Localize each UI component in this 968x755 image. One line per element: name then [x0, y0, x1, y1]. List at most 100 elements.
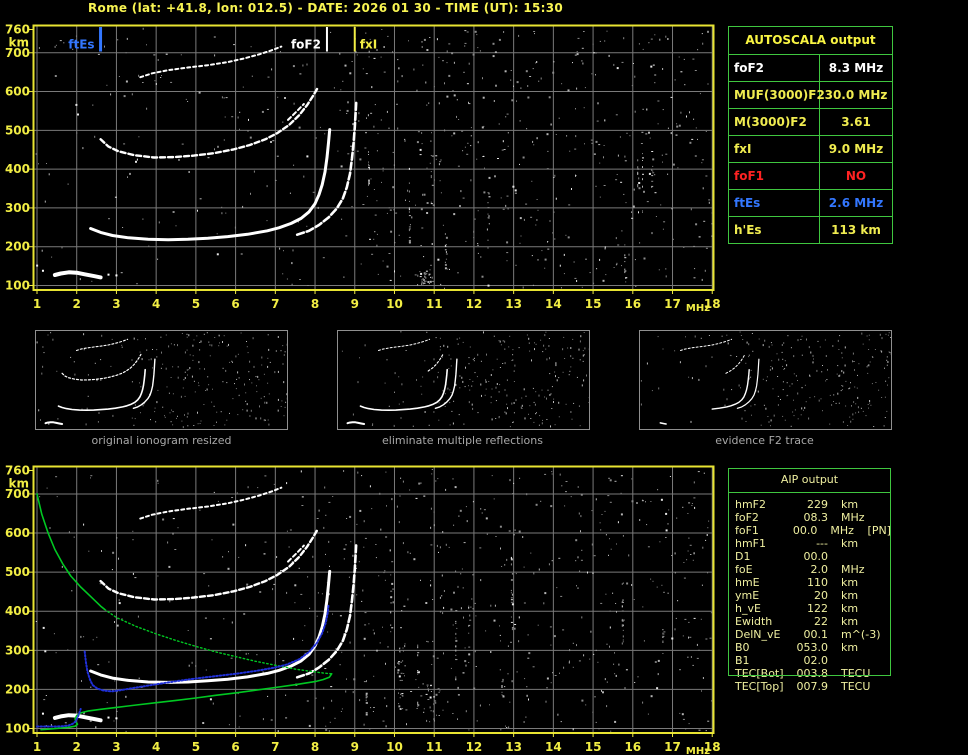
parameter-unit: km: [841, 537, 859, 550]
aip-row-h_vE: h_vE 122 km: [735, 602, 891, 615]
parameter-value: 053.0: [796, 641, 829, 654]
parameter-label: TEC[Bot]: [735, 667, 784, 680]
parameter-unit: km: [841, 615, 859, 628]
svg-text:6: 6: [231, 740, 239, 754]
parameter-value: 00.0: [792, 524, 818, 537]
parameter-value: 08.3: [803, 511, 829, 524]
grid-lines: [34, 467, 713, 732]
svg-text:5: 5: [192, 740, 200, 754]
autoscala-row-ftEs: ftEs 2.6 MHz: [729, 190, 892, 217]
svg-text:1: 1: [33, 297, 41, 311]
aip-table-rows: hmF2 229 km foF2 08.3 MHz foF1 00.0 MHz [PN] hmF1-…: [728, 493, 891, 693]
autoscala-window: Rome (lat: +41.8, lon: 012.5) - DATE: 20…: [0, 0, 968, 755]
parameter-label: TEC[Top]: [735, 680, 784, 693]
svg-text:13: 13: [505, 740, 522, 754]
parameter-label: foF1: [729, 163, 820, 189]
electron-density-profile: [36, 493, 333, 731]
svg-text:fxI: fxI: [360, 38, 377, 52]
aip-row-ymE: ymE 20 km: [735, 589, 891, 602]
parameter-value: 113 km: [831, 223, 881, 237]
echo-traces: [41, 486, 358, 723]
thumbnail-caption-eliminate: eliminate multiple reflections: [382, 434, 543, 447]
aip-row-Ewidth: Ewidth 22 km: [735, 615, 891, 628]
echo-traces: [41, 45, 358, 280]
plot-frame: [32, 465, 715, 734]
parameter-unit: TECU: [841, 680, 871, 693]
aip-output-table: AIP output hmF2 229 km foF2 08.3 MHz foF1 00.0 M…: [728, 468, 891, 693]
parameter-value: 8.3 MHz: [828, 61, 884, 75]
aip-row-B0: B0 053.0 km: [735, 641, 891, 654]
svg-text:100: 100: [5, 722, 30, 736]
svg-text:5: 5: [192, 297, 200, 311]
svg-text:500: 500: [5, 123, 30, 137]
parameter-value: 003.8: [796, 667, 829, 680]
svg-text:100: 100: [5, 279, 30, 293]
thumbnail-caption-original: original ionogram resized: [91, 434, 232, 447]
svg-text:760: 760: [5, 464, 30, 478]
autoscala-table-header: AUTOSCALA output: [729, 27, 892, 55]
restored-trace: [36, 603, 330, 728]
aip-row-hmF2: hmF2 229 km: [735, 498, 891, 511]
autoscala-row-foF1: foF1 NO: [729, 163, 892, 190]
autoscala-row-h'Es: h'Es 113 km: [729, 217, 892, 243]
autoscala-row-MUF(3000)F2: MUF(3000)F2 30.0 MHz: [729, 82, 892, 109]
parameter-value: NO: [845, 169, 867, 183]
svg-text:12: 12: [466, 740, 483, 754]
svg-text:16: 16: [624, 740, 641, 754]
svg-text:3: 3: [112, 740, 120, 754]
parameter-unit: [841, 654, 883, 667]
thumbnail-noise: [36, 332, 287, 429]
parameter-unit: km: [841, 576, 859, 589]
thumbnail-original-ionogram: [35, 330, 288, 430]
aip-row-TEC[Bot]: TEC[Bot] 003.8 TECU: [735, 667, 891, 680]
svg-text:11: 11: [426, 297, 443, 311]
svg-text:14: 14: [545, 297, 562, 311]
parameter-value: 110: [807, 576, 828, 589]
svg-text:2: 2: [73, 740, 81, 754]
parameter-label: ymE: [735, 589, 760, 602]
parameter-unit: km: [841, 589, 859, 602]
parameter-label: h'Es: [729, 217, 820, 243]
svg-text:13: 13: [505, 297, 522, 311]
svg-text:MHz: MHz: [686, 746, 710, 755]
parameter-label: foF1: [735, 524, 759, 537]
svg-text:400: 400: [5, 604, 30, 618]
svg-text:4: 4: [152, 297, 160, 311]
svg-text:600: 600: [5, 526, 30, 540]
aip-row-TEC[Top]: TEC[Top] 007.9 TECU: [735, 680, 891, 693]
svg-text:200: 200: [5, 682, 30, 696]
aip-row-B1: B1 02.0: [735, 654, 891, 667]
svg-text:300: 300: [5, 201, 30, 215]
parameter-value: 007.9: [796, 680, 829, 693]
parameter-value: 229: [807, 498, 828, 511]
parameter-value: 30.0 MHz: [824, 88, 888, 102]
aip-row-foF2: foF2 08.3 MHz: [735, 511, 891, 524]
thumbnail-noise: [341, 331, 589, 428]
thumbnail-noise: [640, 331, 891, 427]
svg-text:8: 8: [311, 297, 319, 311]
aip-row-foE: foE 2.0 MHz: [735, 563, 891, 576]
parameter-unit: km: [841, 498, 859, 511]
parameter-value: 00.0: [803, 550, 829, 563]
frequency-markers: ftEs foF2 fxI: [68, 27, 377, 52]
parameter-unit: TECU: [841, 667, 871, 680]
parameter-label: D1: [735, 550, 751, 563]
parameter-unit: [841, 550, 883, 563]
plot-frame: [32, 24, 715, 291]
svg-text:7: 7: [271, 740, 279, 754]
parameter-label: foF2: [729, 55, 820, 81]
svg-text:4: 4: [152, 740, 160, 754]
svg-text:3: 3: [112, 297, 120, 311]
svg-text:ftEs: ftEs: [68, 38, 94, 52]
parameter-value: 2.6 MHz: [828, 196, 884, 210]
thumbnail-evidence-image: [640, 331, 891, 427]
svg-text:foF2: foF2: [291, 38, 321, 52]
svg-text:17: 17: [664, 297, 681, 311]
aip-row-D1: D1 00.0: [735, 550, 891, 563]
svg-text:10: 10: [386, 297, 403, 311]
grid-lines: [34, 26, 713, 289]
parameter-label: ftEs: [729, 190, 820, 216]
ionogram-plot-bottom-with-profile: 760700600500400300200100km1 2 3 4 5 6 7 8 9 10 11 1…: [5, 464, 721, 755]
svg-text:200: 200: [5, 240, 30, 254]
parameter-unit: m^(-3): [841, 628, 881, 641]
